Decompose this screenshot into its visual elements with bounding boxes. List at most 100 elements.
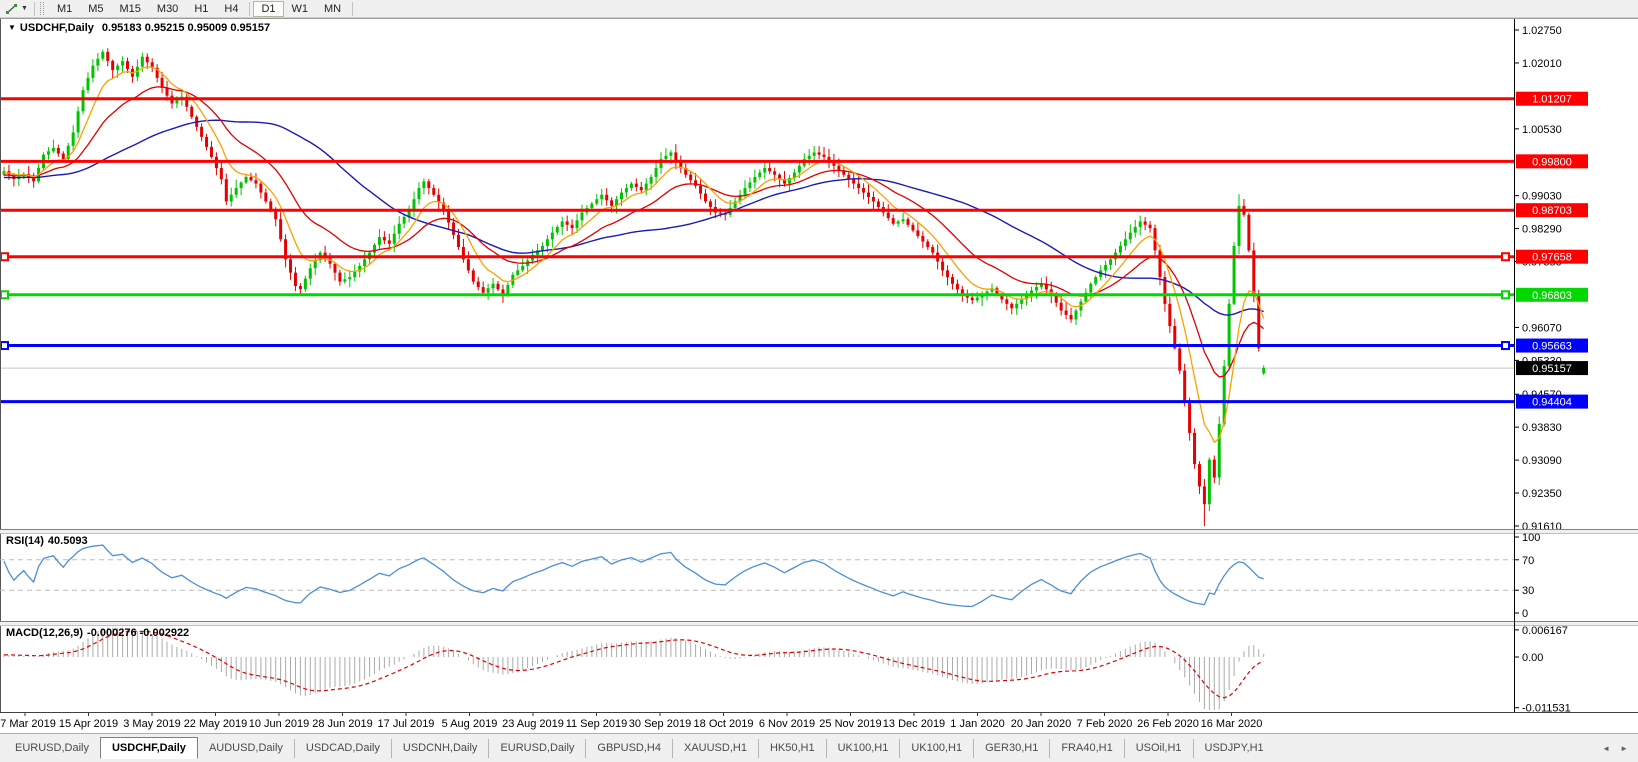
timeframe-button-h1[interactable]: H1 [186,1,216,17]
price-axis-label: 1.02010 [1522,58,1562,70]
timeframe-button-m15[interactable]: M15 [112,1,149,17]
date-label: 1 Jan 2020 [950,718,1004,730]
candle [1207,457,1211,512]
rsi-name: RSI(14) [6,535,44,547]
chart-tab[interactable]: UK100,H1 [825,738,900,758]
timeframe-button-m5[interactable]: M5 [80,1,111,17]
toolbar-separator [33,1,35,16]
timeframe-button-m1[interactable]: M1 [49,1,80,17]
collapse-chart-arrow-icon[interactable]: ▼ [8,23,16,32]
date-label: 16 Mar 2020 [1201,718,1263,730]
macd-axis-label: 0.00 [1522,652,1543,664]
line-handle[interactable] [0,290,9,300]
toolbar-separator [352,1,354,16]
price-level-badge-text: 0.98703 [1532,205,1572,217]
date-label: 22 May 2019 [184,718,248,730]
timeframe-button-m30[interactable]: M30 [149,1,186,17]
date-label: 6 Nov 2019 [759,718,815,730]
chart-tab[interactable]: FRA40,H1 [1049,738,1123,758]
price-level-badge-text: 0.96803 [1532,290,1572,302]
date-label: 17 Jul 2019 [378,718,435,730]
tab-scroll-arrows: ◄ ► [1602,744,1628,753]
line-handle[interactable] [1501,252,1510,262]
price-chart-canvas[interactable]: 1.027501.020101.005300.990300.982900.975… [0,18,1638,733]
macd-indicator-label: MACD(12,26,9) -0.000276 -0.002922 [6,627,193,639]
macd-axis-label: 0.006167 [1522,625,1568,637]
date-label: 30 Sep 2019 [629,718,691,730]
date-label: 25 Nov 2019 [819,718,881,730]
price-level-badge-text: 0.94404 [1532,397,1572,409]
timeframe-button-d1[interactable]: D1 [253,0,284,17]
price-axis-label: 0.98290 [1522,224,1562,236]
chart-tab[interactable]: GBPUSD,H4 [585,738,672,758]
panel-splitter[interactable] [0,622,1638,625]
macd-axis-label: -0.011531 [1522,703,1571,715]
toolbar-grip[interactable] [39,2,44,15]
chart-tab[interactable]: EURUSD,Daily [488,738,585,758]
chart-tab[interactable]: GER30,H1 [973,738,1049,758]
price-level-badge-text: 0.95663 [1532,341,1572,353]
price-axis-label: 1.00530 [1522,124,1562,136]
chart-tab[interactable]: USDCHF,Daily [99,737,198,759]
chart-tab[interactable]: USDCNH,Daily [390,738,489,758]
date-label: 15 Apr 2019 [59,718,118,730]
date-label: 10 Jun 2019 [249,718,310,730]
chart-tab[interactable]: USDJPY,H1 [1192,738,1275,758]
price-level-badge-text: 0.99800 [1532,156,1572,168]
chart-symbol-period: USDCHF,Daily [19,22,94,34]
price-level-badge-text: 0.97658 [1532,252,1572,264]
candle [81,86,85,115]
candle [1193,428,1197,469]
toolbar-separator [249,1,251,16]
chart-tab[interactable]: HK50,H1 [757,738,826,758]
macd-name: MACD(12,26,9) [6,627,84,639]
line-tool-icon [6,3,17,14]
rsi-indicator-label: RSI(14) 40.5093 [6,535,92,547]
chart-tab[interactable]: UK100,H1 [899,738,973,758]
line-handle[interactable] [1501,290,1510,300]
timeframe-button-h4[interactable]: H4 [216,1,246,17]
date-label: 20 Jan 2020 [1011,718,1072,730]
date-label: 26 Feb 2020 [1137,718,1199,730]
price-axis-label: 0.99030 [1522,191,1562,203]
date-label: 13 Dec 2019 [883,718,945,730]
candle [1227,299,1231,369]
date-label: 23 Aug 2019 [502,718,564,730]
timeframe-button-mn[interactable]: MN [316,1,349,17]
chart-title: ▼ USDCHF,Daily 0.95183 0.95215 0.95009 0.9… [8,22,270,34]
line-tool-button[interactable]: ▼ [2,2,31,16]
candle [1217,416,1221,485]
chart-tabs-bar: EURUSD,Daily USDCHF,Daily AUDUSD,Daily USDC… [0,733,1638,762]
chart-tab[interactable]: USDCAD,Daily [293,738,391,758]
date-label: 28 Jun 2019 [312,718,373,730]
chart-tab[interactable]: XAUUSD,H1 [671,738,758,758]
tabs-scroll-right-icon[interactable]: ► [1620,744,1628,753]
chart-tab[interactable]: AUDUSD,Daily [198,739,294,758]
candle [1257,289,1261,352]
timeframe-button-w1[interactable]: W1 [284,1,317,17]
rsi-axis-label: 30 [1522,585,1534,597]
chart-tab[interactable]: EURUSD,Daily [4,739,100,758]
rsi-value: 40.5093 [47,535,88,547]
rsi-axis-label: 0 [1522,608,1528,620]
line-handle[interactable] [0,252,9,262]
line-handle[interactable] [0,341,9,351]
date-label: 5 Aug 2019 [442,718,498,730]
current-price-badge-text: 0.95157 [1532,363,1572,375]
date-label: 3 May 2019 [123,718,180,730]
date-label: 18 Oct 2019 [694,718,754,730]
tabs-scroll-left-icon[interactable]: ◄ [1602,744,1610,753]
chart-window: 1.027501.020101.005300.990300.982900.975… [0,18,1638,733]
date-label: 11 Sep 2019 [566,718,628,730]
panel-splitter[interactable] [0,530,1638,533]
price-axis-label: 0.93090 [1522,455,1562,467]
price-axis-label: 0.96070 [1522,322,1562,334]
rsi-axis-label: 100 [1522,532,1540,544]
price-axis-label: 0.92350 [1522,488,1562,500]
dropdown-caret-icon[interactable]: ▼ [21,5,28,12]
line-handle[interactable] [1501,341,1510,351]
macd-values: -0.000276 -0.002922 [87,627,190,639]
chart-tab[interactable]: USOil,H1 [1123,738,1193,758]
price-level-badge-text: 1.01207 [1532,94,1572,106]
toolbar: ▼ M1 M5 M15 M30 H1 H4 D1 W1 MN [0,0,1638,18]
